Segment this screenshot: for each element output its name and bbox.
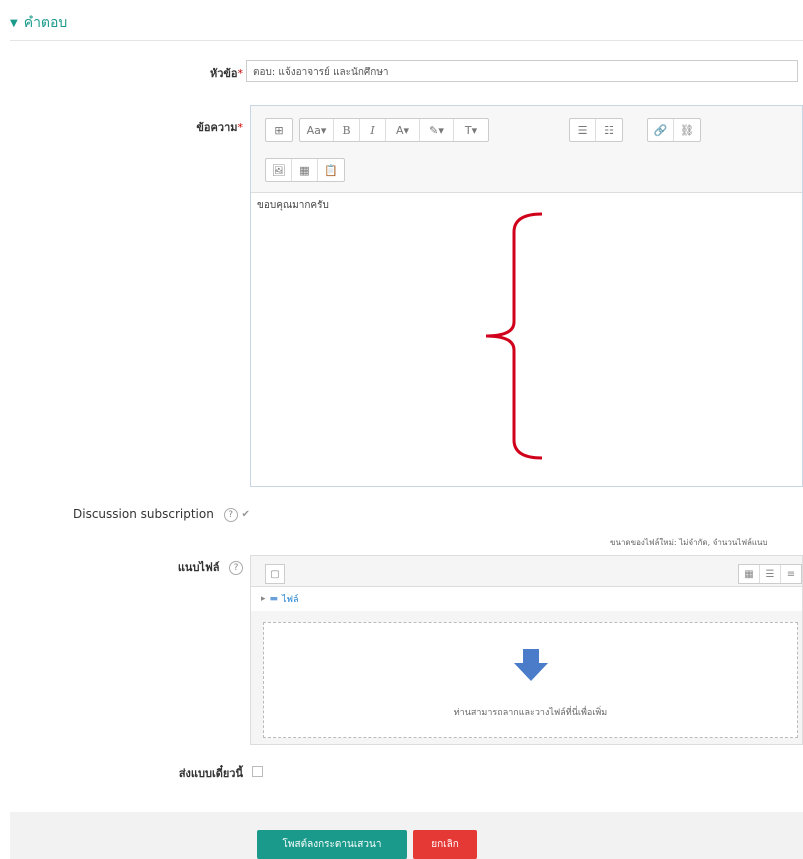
- drop-hint: ท่านสามารถลากและวางไฟล์ที่นี่เพื่อเพิ่ม: [453, 708, 608, 718]
- mailnow-label: ส่งแบบเดี๋ยวนี้: [178, 767, 243, 780]
- subscription-row: Discussion subscription ? ✔: [73, 507, 250, 522]
- attachment-label-row: แนบไฟล์ ?: [178, 558, 243, 576]
- collapse-caret-icon[interactable]: ▼: [10, 18, 18, 29]
- download-arrow-icon: [513, 649, 548, 681]
- mailnow-row: ส่งแบบเดี๋ยวนี้: [179, 764, 243, 782]
- image-button[interactable]: 🖼: [266, 159, 292, 181]
- subscription-label: Discussion subscription: [73, 507, 214, 521]
- subject-input[interactable]: ตอบ: แจ้งอาจารย์ และนักศึกษา: [246, 60, 798, 82]
- unlink-button[interactable]: ⛓: [674, 119, 700, 141]
- folder-icon: ▬: [269, 594, 279, 604]
- editor-content: ขอบคุณมากครับ: [257, 200, 329, 211]
- toolbar-group-lists: ☰ ☷: [569, 118, 623, 142]
- subject-label: หัวข้อ*: [209, 67, 243, 80]
- file-picker-toolbar: ▢ ▦ ☰ ≡: [251, 556, 802, 586]
- max-size-info: ขนาดของไฟล์ใหม่: ไม่จำกัด, จำนวนไฟล์แนบ: [610, 538, 768, 547]
- annotation-brace: [485, 212, 543, 460]
- media-button[interactable]: ▦: [292, 159, 318, 181]
- link-button[interactable]: 🔗: [648, 119, 674, 141]
- italic-button[interactable]: I: [360, 119, 386, 141]
- add-file-icon[interactable]: ▢: [265, 564, 285, 584]
- subscription-checkbox[interactable]: ✔: [241, 509, 249, 520]
- drop-zone[interactable]: ท่านสามารถลากและวางไฟล์ที่นี่เพื่อเพิ่ม: [263, 622, 798, 738]
- mailnow-checkbox[interactable]: [252, 766, 263, 777]
- toolbar-group-media: 🖼 ▦ 📋: [265, 158, 345, 182]
- folder-caret-icon: ▸: [261, 594, 266, 604]
- folder-path[interactable]: ▸ ▬ ไฟล์: [251, 586, 802, 611]
- manage-files-button[interactable]: 📋: [318, 159, 344, 181]
- divider: [10, 40, 803, 41]
- list-view-icon[interactable]: ☰: [760, 565, 781, 583]
- folder-label: ไฟล์: [282, 595, 299, 605]
- icon-view-icon[interactable]: ▦: [739, 565, 760, 583]
- submit-button[interactable]: โพสต์ลงกระดานเสวนา: [257, 830, 407, 859]
- toolbar-group-collapse: ⊞: [265, 118, 293, 142]
- section-header[interactable]: ▼ คำตอบ: [10, 12, 67, 34]
- cancel-button[interactable]: ยกเลิก: [413, 830, 477, 859]
- bold-button[interactable]: B: [334, 119, 360, 141]
- toggle-toolbar-button[interactable]: ⊞: [266, 119, 292, 141]
- view-switcher: ▦ ☰ ≡: [738, 564, 802, 584]
- ordered-list-button[interactable]: ☷: [596, 119, 622, 141]
- toolbar-group-format: Aa▾ B I A▾ ✎▾ T▾: [299, 118, 489, 142]
- unordered-list-button[interactable]: ☰: [570, 119, 596, 141]
- help-icon[interactable]: ?: [229, 561, 243, 575]
- toolbar-group-links: 🔗 ⛓: [647, 118, 701, 142]
- editor-toolbar: ⊞ Aa▾ B I A▾ ✎▾ T▾ ☰ ☷ 🔗 ⛓ 🖼 ▦ 📋: [251, 106, 802, 193]
- file-picker: ▢ ▦ ☰ ≡ ▸ ▬ ไฟล์ ท่านสามารถลากและวางไฟล์…: [250, 555, 803, 745]
- tree-view-icon[interactable]: ≡: [781, 565, 801, 583]
- section-title: คำตอบ: [23, 15, 68, 31]
- paragraph-style-button[interactable]: Aa▾: [300, 119, 334, 141]
- help-icon[interactable]: ?: [223, 507, 238, 522]
- message-label: ข้อความ*: [196, 121, 243, 134]
- font-size-button[interactable]: T▾: [454, 119, 488, 141]
- font-color-button[interactable]: A▾: [386, 119, 420, 141]
- highlight-button[interactable]: ✎▾: [420, 119, 454, 141]
